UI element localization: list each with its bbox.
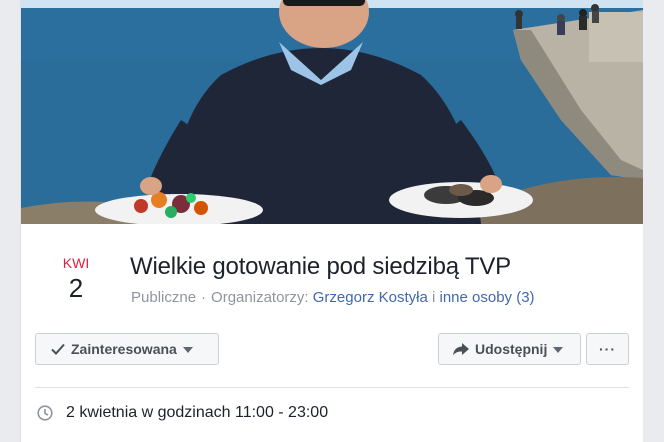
organizer-link[interactable]: Grzegorz Kostyła xyxy=(313,289,428,306)
interested-label: Zainteresowana xyxy=(71,341,177,357)
share-button[interactable]: Udostępnij xyxy=(438,333,581,365)
meta-separator: · xyxy=(201,289,207,306)
more-options-label: ··· xyxy=(599,341,616,357)
checkmark-icon xyxy=(51,343,65,355)
divider xyxy=(35,387,629,388)
event-title: Wielkie gotowanie pod siedzibą TVP xyxy=(130,253,511,280)
event-time-row: 2 kwietnia w godzinach 11:00 - 23:00 xyxy=(37,404,328,422)
event-cover-photo[interactable] xyxy=(21,0,643,224)
chevron-down-icon xyxy=(553,346,564,353)
event-time-text: 2 kwietnia w godzinach 11:00 - 23:00 xyxy=(66,404,329,421)
chevron-down-icon xyxy=(182,346,193,353)
clock-icon xyxy=(37,405,53,421)
event-card: KWI 2 Wielkie gotowanie pod siedzibą TVP… xyxy=(20,0,644,442)
event-date-badge: KWI 2 xyxy=(59,255,93,303)
share-label: Udostępnij xyxy=(475,341,548,357)
share-arrow-icon xyxy=(453,342,469,356)
page-background xyxy=(643,0,664,442)
organizers-label: Organizatorzy: xyxy=(211,289,309,306)
event-meta: Publiczne · Organizatorzy: Grzegorz Kostył… xyxy=(131,289,535,306)
more-options-button[interactable]: ··· xyxy=(586,333,629,365)
cover-illustration xyxy=(21,0,643,224)
interested-button[interactable]: Zainteresowana xyxy=(35,333,219,365)
event-privacy: Publiczne xyxy=(131,289,197,306)
other-organizers-link[interactable]: inne osoby (3) xyxy=(440,289,535,306)
event-date-day: 2 xyxy=(68,273,84,303)
event-date-month: KWI xyxy=(62,255,90,271)
organizer-join: i xyxy=(431,289,436,306)
